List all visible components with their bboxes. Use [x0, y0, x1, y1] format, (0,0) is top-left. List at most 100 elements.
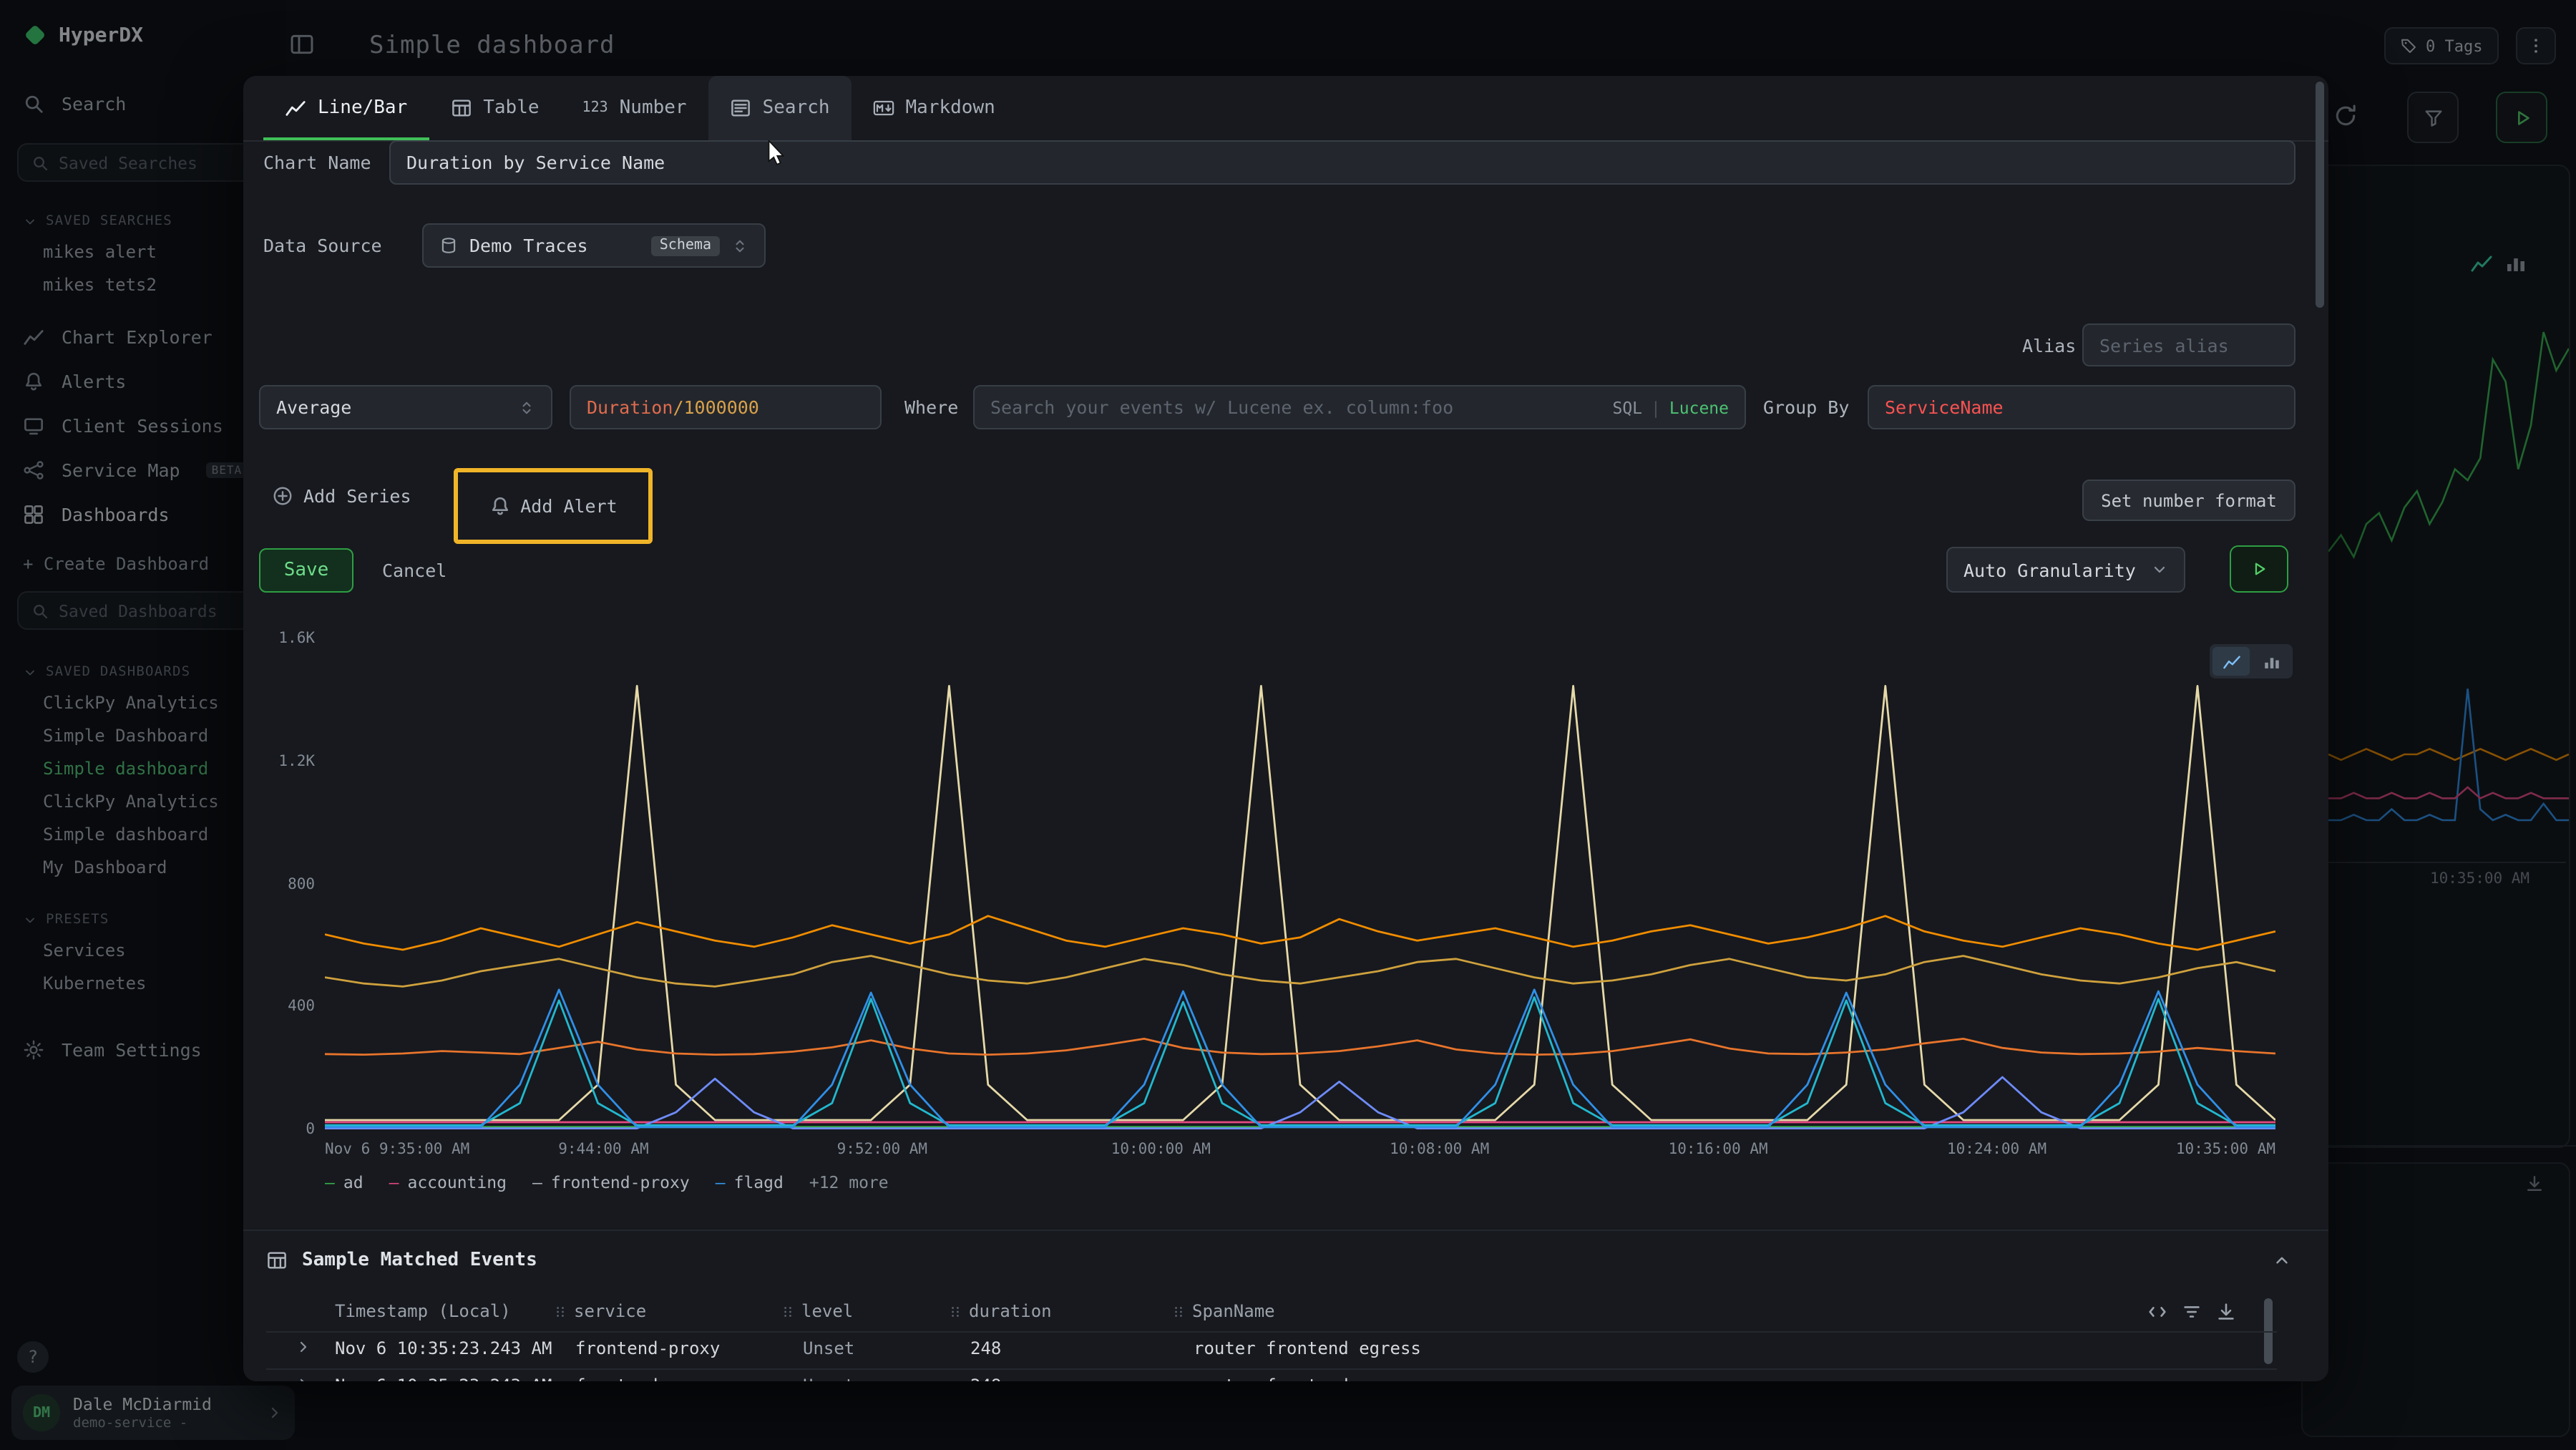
chevron-up-icon: [2273, 1250, 2291, 1269]
field-input[interactable]: Duration/1000000: [570, 385, 882, 429]
x-axis-tick: 10:08:00 AM: [1390, 1141, 1489, 1158]
x-axis-tick: Nov 6 9:35:00 AM: [325, 1141, 469, 1158]
number-icon: 123: [582, 100, 608, 116]
add-alert-highlight-box: Add Alert: [454, 468, 653, 544]
schema-badge: Schema: [651, 235, 720, 256]
grip-icon: [552, 1303, 568, 1319]
row-divider: [266, 1331, 2277, 1333]
group-by-input[interactable]: ServiceName: [1868, 385, 2296, 429]
tab-search[interactable]: Search: [708, 76, 852, 140]
updown-chevron-icon: [731, 237, 748, 254]
data-source-label: Data Source: [263, 235, 382, 256]
tab-line-bar[interactable]: Line/Bar: [263, 76, 429, 140]
filter-columns-icon[interactable]: [2181, 1301, 2202, 1323]
column-header-timestamp[interactable]: Timestamp (Local): [335, 1301, 511, 1321]
duration-line-chart[interactable]: [325, 640, 2275, 1131]
legend-label: accounting: [407, 1172, 507, 1192]
x-axis-tick: 10:16:00 AM: [1669, 1141, 1768, 1158]
row-divider: [266, 1368, 2277, 1370]
search-results-icon: [730, 97, 751, 119]
legend-more[interactable]: +12 more: [809, 1172, 889, 1192]
legend-swatch: —: [716, 1172, 726, 1192]
legend-label: flagd: [734, 1172, 784, 1192]
where-label: Where: [904, 396, 958, 418]
legend-swatch: —: [532, 1172, 542, 1192]
modal-scrollbar[interactable]: [2316, 82, 2324, 308]
sample-events-title: Sample Matched Events: [302, 1249, 537, 1270]
chart-name-label: Chart Name: [263, 152, 371, 173]
tab-number[interactable]: 123 Number: [561, 76, 708, 140]
legend-item[interactable]: — frontend-proxy: [532, 1172, 690, 1192]
lucene-toggle[interactable]: Lucene: [1669, 397, 1729, 417]
legend-label: ad: [343, 1172, 364, 1192]
table-icon: [450, 97, 472, 119]
grip-icon: [1171, 1303, 1186, 1319]
legend-item[interactable]: — accounting: [389, 1172, 507, 1192]
series-spike-tall: [325, 686, 2275, 1120]
cancel-button[interactable]: Cancel: [382, 560, 447, 581]
x-axis-tick: 10:24:00 AM: [1947, 1141, 2046, 1158]
column-header-level[interactable]: level: [780, 1301, 853, 1321]
sample-events-header[interactable]: Sample Matched Events: [266, 1241, 2291, 1278]
row-expand-chevron[interactable]: [295, 1376, 312, 1381]
alias-input[interactable]: Series alias: [2082, 323, 2296, 366]
series-blue-spikes: [325, 990, 2275, 1127]
code-view-icon[interactable]: [2147, 1301, 2168, 1323]
add-alert-button[interactable]: Add Alert: [480, 494, 625, 518]
column-header-duration[interactable]: duration: [947, 1301, 1052, 1321]
x-axis-tick: 9:44:00 AM: [558, 1141, 648, 1158]
run-chart-button[interactable]: [2230, 545, 2288, 593]
y-axis-tick: 800: [288, 875, 315, 892]
aggregation-select[interactable]: Average: [259, 385, 552, 429]
table-icon: [266, 1249, 288, 1270]
alias-label: Alias: [2022, 335, 2076, 356]
add-series-button[interactable]: Add Series: [263, 484, 420, 508]
group-by-label: Group By: [1763, 396, 1849, 418]
tab-table[interactable]: Table: [429, 76, 560, 140]
database-icon: [439, 236, 458, 255]
x-axis-tick: 10:00:00 AM: [1111, 1141, 1211, 1158]
updown-chevron-icon: [518, 399, 535, 416]
sql-toggle[interactable]: SQL: [1612, 397, 1642, 417]
y-axis: 04008001.2K1.6K: [255, 640, 315, 1131]
chart-legend: — ad — accounting — frontend-proxy — flagd +12 m…: [325, 1172, 889, 1192]
mouse-cursor: [767, 140, 789, 166]
y-axis-tick: 0: [306, 1121, 315, 1138]
x-axis-tick: 9:52:00 AM: [837, 1141, 927, 1158]
save-button[interactable]: Save: [259, 548, 353, 593]
y-axis-tick: 1.6K: [278, 630, 315, 647]
series-orange-low: [325, 1038, 2275, 1054]
grip-icon: [780, 1303, 796, 1319]
x-axis-tick: 10:35:00 AM: [2176, 1141, 2275, 1158]
chevron-down-icon: [2151, 561, 2168, 578]
legend-item[interactable]: — ad: [325, 1172, 364, 1192]
editor-tabs: Line/Bar Table 123 Number Search Markdow…: [243, 76, 2328, 142]
legend-swatch: —: [325, 1172, 335, 1192]
chart-name-input[interactable]: Duration by Service Name: [389, 140, 2296, 185]
tab-markdown[interactable]: Markdown: [852, 76, 1017, 140]
markdown-icon: [873, 97, 894, 119]
legend-swatch: —: [389, 1172, 399, 1192]
series-orange-high: [325, 916, 2275, 950]
grip-icon: [947, 1303, 963, 1319]
plus-circle-icon: [272, 485, 293, 507]
data-source-select[interactable]: Demo Traces Schema: [422, 223, 766, 268]
where-input[interactable]: Search your events w/ Lucene ex. column:…: [973, 385, 1746, 429]
line-ch art-icon: [285, 97, 306, 119]
legend-item[interactable]: — flagd: [716, 1172, 784, 1192]
chart-editor-modal: Line/Bar Table 123 Number Search Markdow…: [243, 76, 2328, 1381]
legend-label: frontend-proxy: [551, 1172, 690, 1192]
row-expand-chevron[interactable]: [295, 1338, 312, 1356]
granularity-select[interactable]: Auto Granularity: [1946, 547, 2185, 593]
download-icon[interactable]: [2215, 1301, 2237, 1323]
x-axis: Nov 6 9:35:00 AM 9:44:00 AM 9:52:00 AM 10:0…: [325, 1141, 2275, 1164]
set-number-format-button[interactable]: Set number format: [2082, 480, 2296, 521]
y-axis-tick: 400: [288, 998, 315, 1016]
column-header-spanname[interactable]: SpanName: [1171, 1301, 1275, 1321]
series-khaki-mid: [325, 956, 2275, 987]
column-header-service[interactable]: service: [552, 1301, 646, 1321]
section-divider: [243, 1230, 2328, 1231]
app-root: Simple dashboard 0 Tags 10:35:00 AM Hype…: [0, 0, 2576, 1450]
bell-icon: [489, 495, 510, 517]
play-icon: [2250, 560, 2268, 578]
